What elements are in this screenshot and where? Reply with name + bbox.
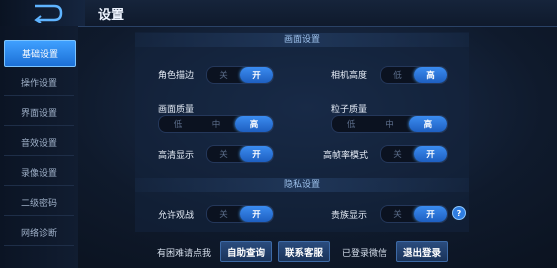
quality-low[interactable]: 低: [159, 116, 197, 132]
quality-label: 画面质量: [158, 105, 195, 115]
hd-display-toggle[interactable]: 关 开: [206, 145, 274, 163]
outline-on[interactable]: 开: [240, 67, 273, 83]
particle-quality-high[interactable]: 高: [408, 116, 447, 132]
sidebar-item-secondary-password[interactable]: 二级密码: [4, 190, 74, 216]
sidebar-item-recording[interactable]: 录像设置: [4, 160, 74, 186]
contact-support-button[interactable]: 联系客服: [278, 241, 330, 262]
allow-watch-label: 允许观战: [158, 211, 195, 221]
sidebar: 基础设置 操作设置 界面设置 音效设置 录像设置 二级密码 网络诊断: [0, 26, 78, 268]
outline-toggle[interactable]: 关 开: [206, 66, 274, 84]
hd-display-on[interactable]: 开: [240, 146, 273, 162]
hd-display-label: 高清显示: [158, 151, 195, 161]
camera-height-high[interactable]: 高: [414, 67, 447, 83]
page-title: 设置: [98, 8, 125, 23]
quality-selector[interactable]: 低 中 高: [158, 115, 274, 133]
sidebar-item-interface[interactable]: 界面设置: [4, 100, 74, 126]
allow-watch-on[interactable]: 开: [240, 206, 273, 222]
particle-quality-selector[interactable]: 低 中 高: [331, 115, 448, 133]
noble-display-off[interactable]: 关: [381, 206, 414, 222]
noble-display-label: 贵族显示: [331, 211, 368, 221]
noble-display-toggle[interactable]: 关 开: [380, 205, 448, 223]
logout-button[interactable]: 退出登录: [396, 241, 448, 262]
sidebar-item-network-diagnosis[interactable]: 网络诊断: [4, 220, 74, 246]
back-arrow-icon: [34, 4, 63, 23]
login-status-text: 已登录微信: [342, 249, 388, 259]
outline-off[interactable]: 关: [207, 67, 240, 83]
high-fps-toggle[interactable]: 关 开: [380, 145, 448, 163]
high-fps-on[interactable]: 开: [414, 146, 447, 162]
high-fps-label: 高帧率模式: [323, 151, 369, 161]
sidebar-item-basic[interactable]: 基础设置: [4, 40, 76, 67]
particle-quality-medium[interactable]: 中: [370, 116, 408, 132]
outline-label: 角色描边: [158, 71, 195, 81]
noble-display-on[interactable]: 开: [414, 206, 447, 222]
camera-height-label: 相机高度: [331, 71, 368, 81]
back-button[interactable]: [0, 0, 85, 26]
sidebar-item-audio[interactable]: 音效设置: [4, 130, 74, 156]
allow-watch-toggle[interactable]: 关 开: [206, 205, 274, 223]
quality-high[interactable]: 高: [235, 116, 273, 132]
self-service-button[interactable]: 自助查询: [220, 241, 272, 262]
trouble-text: 有困难请点我: [157, 249, 212, 259]
privacy-section-header: 隐私设置: [135, 178, 469, 192]
allow-watch-off[interactable]: 关: [207, 206, 240, 222]
help-icon[interactable]: ?: [452, 206, 466, 220]
sidebar-item-controls[interactable]: 操作设置: [4, 70, 74, 96]
graphics-section-header: 画面设置: [135, 33, 469, 47]
camera-height-low[interactable]: 低: [381, 67, 414, 83]
particle-quality-low[interactable]: 低: [332, 116, 370, 132]
quality-medium[interactable]: 中: [197, 116, 235, 132]
particle-quality-label: 粒子质量: [331, 105, 368, 115]
camera-height-toggle[interactable]: 低 高: [380, 66, 448, 84]
high-fps-off[interactable]: 关: [381, 146, 414, 162]
hd-display-off[interactable]: 关: [207, 146, 240, 162]
